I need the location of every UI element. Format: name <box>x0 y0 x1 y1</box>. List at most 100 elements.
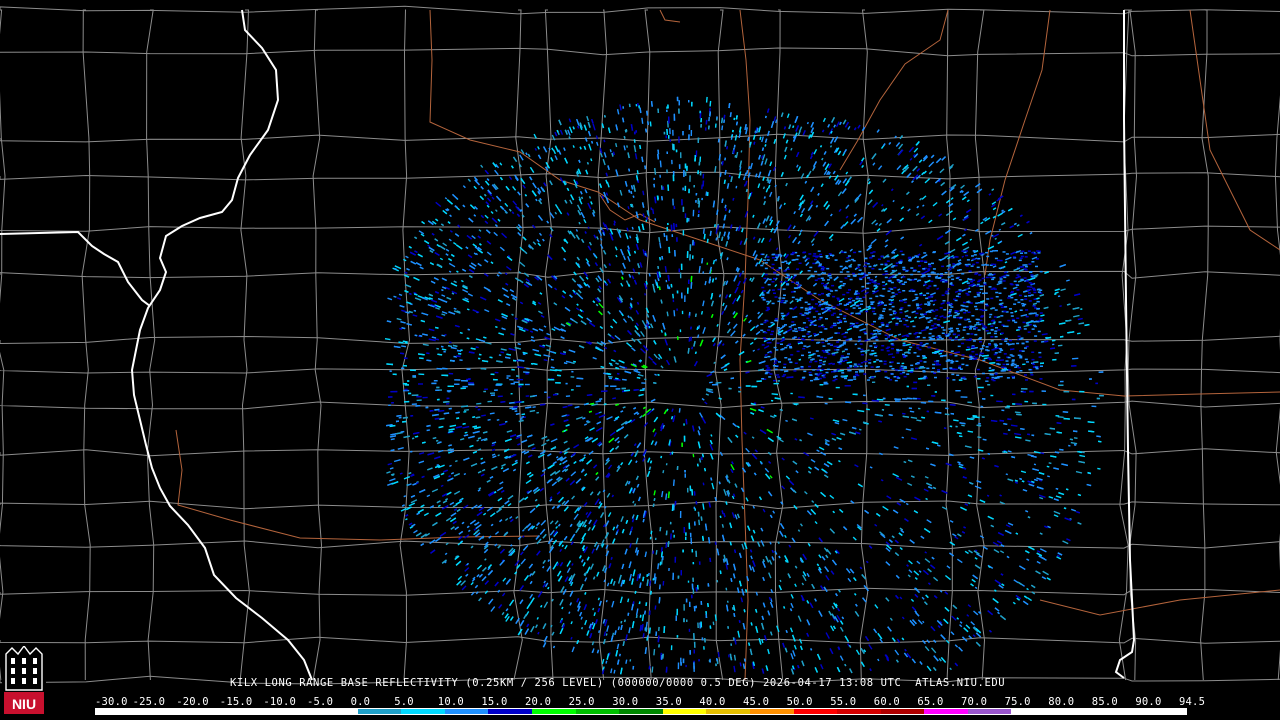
echo-mark <box>819 145 823 148</box>
echo-mark <box>721 125 724 131</box>
echo-mark <box>1071 357 1079 360</box>
echo-mark <box>587 226 590 229</box>
echo-mark <box>632 195 635 198</box>
echo-mark <box>701 453 705 458</box>
echo-mark <box>1005 473 1009 476</box>
echo-mark <box>958 338 962 341</box>
echo-mark <box>612 397 617 400</box>
echo-mark <box>536 616 539 620</box>
echo-mark <box>426 352 430 355</box>
echo-mark <box>487 418 491 421</box>
echo-mark <box>714 497 717 502</box>
echo-mark <box>625 659 628 664</box>
echo-mark <box>500 466 504 470</box>
echo-mark <box>633 139 636 143</box>
echo-mark <box>470 347 476 350</box>
echo-mark <box>615 143 618 148</box>
echo-mark <box>456 417 460 420</box>
echo-mark <box>1097 440 1102 443</box>
echo-mark <box>726 146 728 150</box>
echo-mark <box>969 238 973 241</box>
echo-mark <box>419 357 424 360</box>
echo-mark <box>659 160 662 168</box>
echo-mark <box>412 437 415 440</box>
echo-mark <box>422 343 429 346</box>
echo-mark <box>905 502 909 506</box>
echo-mark <box>678 408 681 413</box>
echo-mark <box>626 145 628 148</box>
echo-mark <box>999 240 1003 243</box>
echo-mark <box>703 233 706 240</box>
echo-mark <box>762 186 766 190</box>
echo-mark <box>705 388 713 391</box>
echo-mark <box>977 436 982 439</box>
echo-mark <box>1066 279 1070 282</box>
echo-mark <box>986 494 990 497</box>
echo-mark <box>754 130 757 133</box>
echo-mark <box>401 345 407 348</box>
echo-mark <box>1003 432 1008 435</box>
echo-mark <box>481 360 489 363</box>
echo-mark <box>1077 332 1081 335</box>
echo-mark <box>838 459 841 463</box>
echo-mark <box>884 404 890 406</box>
echo-mark <box>588 196 592 199</box>
echo-mark <box>999 419 1005 422</box>
echo-mark <box>902 415 910 418</box>
echo-mark <box>644 610 646 615</box>
echo-mark <box>901 436 904 439</box>
echo-mark <box>664 266 667 273</box>
echo-mark <box>998 228 1002 231</box>
echo-mark <box>511 313 514 316</box>
echo-mark <box>476 402 482 405</box>
echo-mark <box>1044 433 1051 436</box>
echo-mark <box>654 373 657 376</box>
echo-mark <box>709 557 712 563</box>
echo-mark <box>662 470 665 474</box>
echo-mark <box>916 419 922 422</box>
echo-mark <box>600 365 605 369</box>
echo-mark <box>631 515 634 519</box>
echo-mark <box>982 438 987 441</box>
echo-mark <box>654 605 657 610</box>
echo-mark <box>858 428 862 431</box>
echo-mark <box>652 208 655 215</box>
echo-mark <box>651 666 654 673</box>
echo-mark <box>495 325 498 329</box>
echo-mark <box>1078 322 1085 325</box>
echo-mark <box>647 121 649 125</box>
echo-mark <box>734 155 737 158</box>
echo-mark <box>696 326 699 330</box>
echo-mark <box>463 409 469 411</box>
echo-mark <box>489 412 495 415</box>
echo-mark <box>590 402 595 405</box>
echo-mark <box>701 258 704 264</box>
echo-mark <box>860 350 865 353</box>
echo-mark <box>511 407 518 411</box>
echo-mark <box>961 424 965 427</box>
echo-mark <box>658 584 661 590</box>
echo-mark <box>724 204 727 209</box>
echo-mark <box>967 430 974 433</box>
echo-mark <box>550 366 555 369</box>
echo-mark <box>959 422 966 425</box>
echo-mark <box>635 614 638 619</box>
echo-mark <box>439 417 445 420</box>
echo-mark <box>588 410 593 413</box>
echo-mark <box>797 336 800 340</box>
echo-mark <box>912 344 915 346</box>
echo-mark <box>665 542 668 548</box>
echo-mark <box>722 558 725 563</box>
echo-mark <box>837 369 844 372</box>
echo-mark <box>731 607 734 611</box>
echo-mark <box>476 439 479 442</box>
echo-mark <box>733 654 737 661</box>
echo-mark <box>665 493 668 500</box>
echo-mark <box>627 598 630 603</box>
echo-mark <box>1015 532 1019 535</box>
echo-mark <box>719 172 722 177</box>
echo-mark <box>690 336 693 342</box>
echo-mark <box>892 199 895 203</box>
echo-mark <box>829 145 833 148</box>
echo-mark <box>794 367 800 370</box>
